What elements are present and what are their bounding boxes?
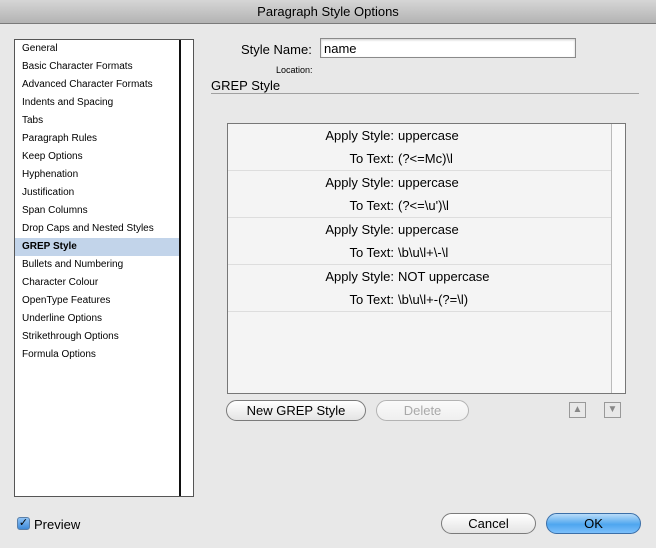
to-text-line: To Text: \b\u\l+\-\l xyxy=(228,241,611,264)
ok-button[interactable]: OK xyxy=(546,513,641,534)
preview-label: Preview xyxy=(34,517,81,532)
sidebar-item[interactable]: Underline Options xyxy=(15,310,179,328)
sidebar-item[interactable]: GREP Style xyxy=(15,238,179,256)
apply-style-line: Apply Style: uppercase xyxy=(228,171,611,194)
sidebar-item[interactable]: OpenType Features xyxy=(15,292,179,310)
sidebar-item[interactable]: Basic Character Formats xyxy=(15,58,179,76)
move-down-button[interactable]: ▼ xyxy=(604,402,621,418)
location-label: Location: xyxy=(276,65,313,75)
window-titlebar: Paragraph Style Options xyxy=(0,0,656,24)
style-name-input[interactable] xyxy=(320,38,576,58)
grep-style-list[interactable]: Apply Style: uppercase To Text: (?<=Mc)\l Ap… xyxy=(227,123,626,394)
sidebar-item[interactable]: General xyxy=(15,40,179,58)
sidebar-item[interactable]: Drop Caps and Nested Styles xyxy=(15,220,179,238)
sidebar-item[interactable]: Advanced Character Formats xyxy=(15,76,179,94)
to-text-label: To Text: xyxy=(349,292,394,307)
to-text-label: To Text: xyxy=(349,245,394,260)
sidebar-item[interactable]: Hyphenation xyxy=(15,166,179,184)
sidebar-item[interactable]: Character Colour xyxy=(15,274,179,292)
triangle-up-icon: ▲ xyxy=(572,404,583,415)
section-title: GREP Style xyxy=(211,78,281,93)
apply-style-line: Apply Style: NOT uppercase xyxy=(228,265,611,288)
sidebar-item[interactable]: Paragraph Rules xyxy=(15,130,179,148)
category-list-scrollbar[interactable] xyxy=(179,40,193,496)
apply-style-value[interactable]: NOT uppercase xyxy=(398,265,611,288)
grep-style-row[interactable]: Apply Style: uppercase To Text: \b\u\l+\-\l xyxy=(228,218,611,265)
apply-style-value[interactable]: uppercase xyxy=(398,218,611,241)
window-title: Paragraph Style Options xyxy=(257,4,399,19)
apply-style-line: Apply Style: uppercase xyxy=(228,124,611,147)
apply-style-label: Apply Style: xyxy=(325,269,394,284)
category-list[interactable]: General Basic Character Formats Advanced C… xyxy=(14,39,194,497)
to-text-value[interactable]: \b\u\l+\-\l xyxy=(398,241,611,264)
sidebar-item[interactable]: Indents and Spacing xyxy=(15,94,179,112)
apply-style-label: Apply Style: xyxy=(325,175,394,190)
cancel-button[interactable]: Cancel xyxy=(441,513,536,534)
to-text-line: To Text: (?<=Mc)\l xyxy=(228,147,611,170)
apply-style-value[interactable]: uppercase xyxy=(398,171,611,194)
move-up-button[interactable]: ▲ xyxy=(569,402,586,418)
section-divider xyxy=(211,93,639,94)
to-text-value[interactable]: (?<=Mc)\l xyxy=(398,147,611,170)
sidebar-item[interactable]: Justification xyxy=(15,184,179,202)
grep-style-rows: Apply Style: uppercase To Text: (?<=Mc)\l Ap… xyxy=(228,124,611,312)
grep-style-row[interactable]: Apply Style: uppercase To Text: (?<=\u')\l xyxy=(228,171,611,218)
sidebar-item[interactable]: Formula Options xyxy=(15,346,179,364)
checkmark-icon: ✓ xyxy=(18,517,29,529)
apply-style-line: Apply Style: uppercase xyxy=(228,218,611,241)
to-text-label: To Text: xyxy=(349,151,394,166)
apply-style-label: Apply Style: xyxy=(325,222,394,237)
grep-style-row[interactable]: Apply Style: uppercase To Text: (?<=Mc)\l xyxy=(228,124,611,171)
grep-style-list-scrollbar[interactable] xyxy=(611,124,625,393)
sidebar-item[interactable]: Keep Options xyxy=(15,148,179,166)
category-list-items: General Basic Character Formats Advanced C… xyxy=(15,40,179,364)
to-text-value[interactable]: \b\u\l+-(?=\l) xyxy=(398,288,611,311)
sidebar-item[interactable]: Strikethrough Options xyxy=(15,328,179,346)
triangle-down-icon: ▼ xyxy=(607,404,618,415)
sidebar-item[interactable]: Tabs xyxy=(15,112,179,130)
to-text-line: To Text: (?<=\u')\l xyxy=(228,194,611,217)
sidebar-item[interactable]: Span Columns xyxy=(15,202,179,220)
sidebar-item[interactable]: Bullets and Numbering xyxy=(15,256,179,274)
new-grep-style-button[interactable]: New GREP Style xyxy=(226,400,366,421)
to-text-value[interactable]: (?<=\u')\l xyxy=(398,194,611,217)
to-text-label: To Text: xyxy=(349,198,394,213)
apply-style-value[interactable]: uppercase xyxy=(398,124,611,147)
apply-style-label: Apply Style: xyxy=(325,128,394,143)
grep-style-row[interactable]: Apply Style: NOT uppercase To Text: \b\u\l+… xyxy=(228,265,611,312)
to-text-line: To Text: \b\u\l+-(?=\l) xyxy=(228,288,611,311)
preview-checkbox[interactable]: ✓ xyxy=(17,517,30,530)
delete-button[interactable]: Delete xyxy=(376,400,469,421)
style-name-label: Style Name: xyxy=(241,42,312,57)
